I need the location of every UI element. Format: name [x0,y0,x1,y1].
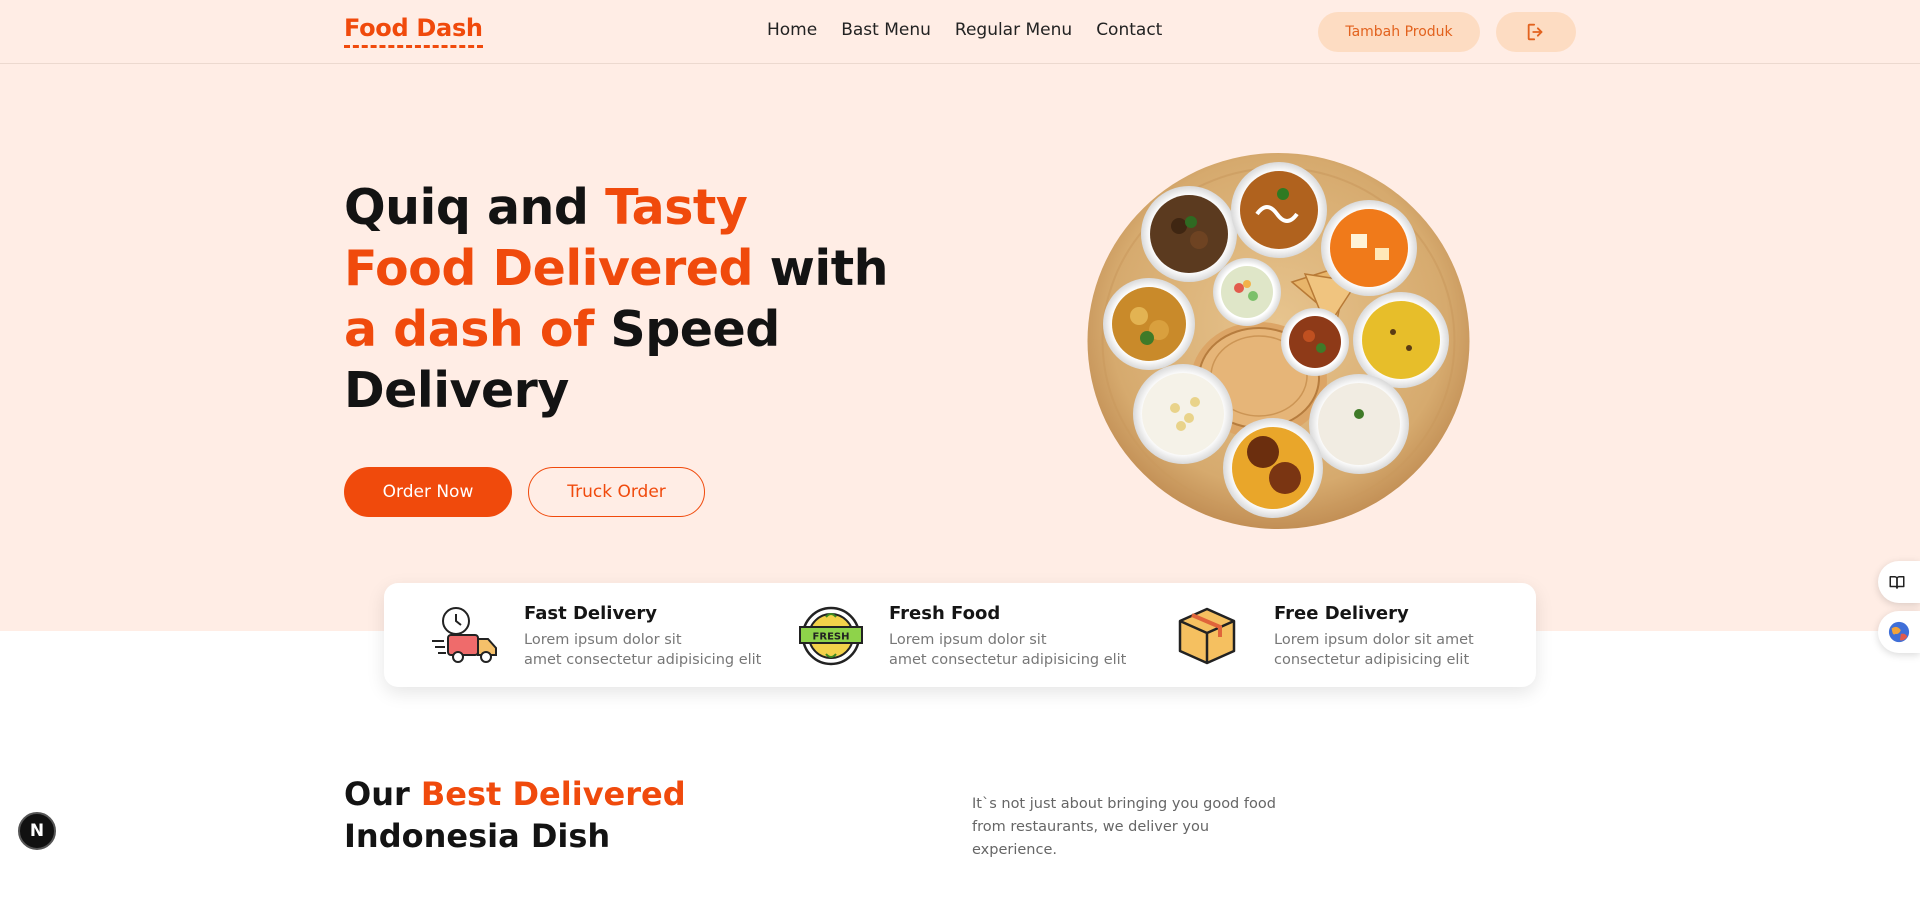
logout-icon [1527,23,1543,41]
hero-title-accent: a dash of [344,301,594,358]
logout-button[interactable] [1496,12,1576,52]
hero-title-accent: Tasty [605,179,748,236]
navbar: Food Dash Home Bast Menu Regular Menu Co… [0,0,1920,64]
feature-description: Lorem ipsum dolor sit amet consectetur a… [889,630,1126,670]
translate-widget-button[interactable] [1878,611,1920,653]
feature-title: Fresh Food [889,603,1001,624]
delivery-truck-icon [432,607,497,663]
nav-links: Home Bast Menu Regular Menu Contact [767,20,1162,40]
svg-text:FRESH: FRESH [813,632,850,643]
food-platter-image [1087,152,1470,530]
section-title-part: Indonesia Dish [344,817,611,855]
feature-desc-line: amet consectetur adipisicing elit [889,652,1127,668]
order-now-button[interactable]: Order Now [344,467,512,517]
hero-title: Quiq and Tasty Food Delivered with a dash … [344,177,904,421]
feature-fresh-food: FRESH Fresh Food Lorem ipsum dolor sit a… [764,583,1144,687]
nav-link-contact[interactable]: Contact [1096,20,1162,40]
fresh-badge-icon: FRESH [799,606,863,666]
feature-fast-delivery: Fast Delivery Lorem ipsum dolor sit amet… [384,583,764,687]
truck-order-button[interactable]: Truck Order [528,467,705,517]
hero-title-part: Speed [593,301,780,358]
add-product-button[interactable]: Tambah Produk [1318,12,1480,52]
feature-desc-line: Lorem ipsum dolor sit amet [1274,632,1474,648]
section-desc-line: It`s not just about bringing you good fo… [972,796,1276,812]
hero-title-accent: Food Delivered [344,240,754,297]
package-box-icon [1178,607,1236,665]
dev-tools-badge[interactable]: N [18,812,56,850]
nav-link-best-menu[interactable]: Bast Menu [841,20,931,40]
section-title: Our Best Delivered Indonesia Dish [344,773,686,857]
hero-title-part: Delivery [344,362,569,419]
feature-title: Fast Delivery [524,603,658,624]
section-desc-line: from restaurants, we deliver you experie… [972,819,1210,858]
globe-icon [1888,621,1910,643]
hero-title-part: Quiq and [344,179,606,236]
nav-link-regular-menu[interactable]: Regular Menu [955,20,1072,40]
feature-desc-line: consectetur adipisicing elit [1274,652,1470,668]
feature-description: Lorem ipsum dolor sit amet consectetur a… [524,630,761,670]
hero-title-part: with [753,240,889,297]
section-title-part: Our [344,775,421,813]
feature-free-delivery: Free Delivery Lorem ipsum dolor sit amet… [1144,583,1536,687]
feature-description: Lorem ipsum dolor sit amet consectetur a… [1274,630,1474,670]
hero-background [0,0,1920,631]
feature-desc-line: Lorem ipsum dolor sit [524,632,682,648]
section-title-accent: Best Delivered [420,775,686,813]
logo[interactable]: Food Dash [344,14,483,48]
reader-widget-button[interactable] [1878,561,1920,603]
book-icon [1889,576,1905,589]
nav-link-home[interactable]: Home [767,20,817,40]
feature-title: Free Delivery [1274,603,1409,624]
features-card: Fast Delivery Lorem ipsum dolor sit amet… [384,583,1536,687]
feature-desc-line: amet consectetur adipisicing elit [524,652,762,668]
section-description: It`s not just about bringing you good fo… [972,793,1292,862]
feature-desc-line: Lorem ipsum dolor sit [889,632,1047,648]
